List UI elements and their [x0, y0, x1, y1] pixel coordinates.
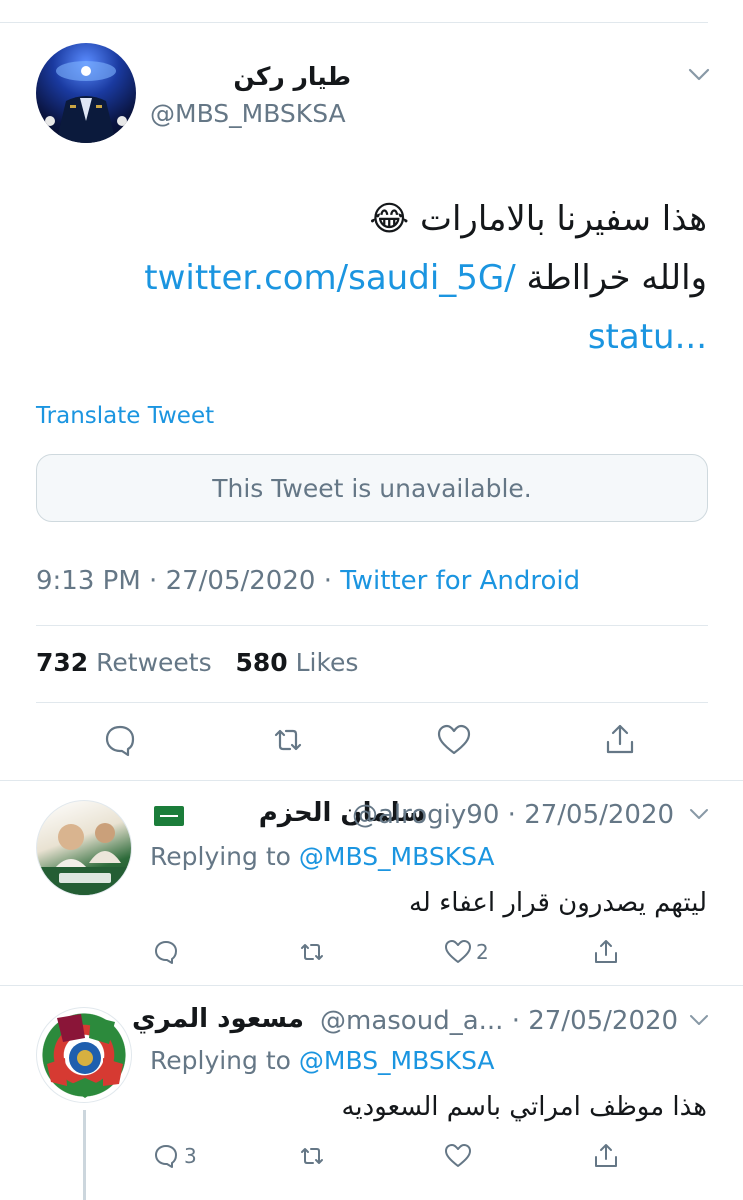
heart-icon	[445, 940, 471, 963]
saudi-flag-icon	[154, 806, 184, 826]
replying-to-handle[interactable]: @MBS_MBSKSA	[299, 842, 495, 871]
stats-divider	[36, 702, 708, 703]
share-icon	[606, 724, 634, 754]
tweet-text-line3: statu...	[107, 308, 707, 367]
unavailable-message: This Tweet is unavailable.	[212, 473, 532, 503]
actions-divider	[0, 780, 743, 781]
like-button[interactable]: 2	[444, 936, 489, 968]
tweet-text-prefix: والله خرااطة	[526, 258, 707, 298]
meta-separator: ·	[507, 800, 516, 830]
retweets-count: 732	[36, 648, 89, 677]
translate-tweet-link[interactable]: Translate Tweet	[36, 403, 214, 429]
reply-button[interactable]: 3	[152, 1140, 197, 1172]
replying-prefix: Replying to	[150, 842, 291, 871]
reply-header: مسعود المري @masoud_a... · 27/05/2020	[132, 1004, 710, 1040]
likes-count: 580	[235, 648, 288, 677]
reply-avatar-image	[47, 1014, 123, 1098]
share-icon	[595, 1144, 617, 1167]
tweet-link-part1[interactable]: twitter.com/saudi_5G/	[144, 258, 515, 298]
reply-text: ليتهم يصدرون قرار اعفاء له	[408, 888, 707, 918]
like-count: 2	[476, 940, 489, 964]
reply-handle-date[interactable]: @alrogiy90 · 27/05/2020	[352, 800, 674, 830]
retweet-button[interactable]	[298, 1140, 326, 1172]
share-icon	[595, 940, 617, 963]
reply-icon	[105, 725, 135, 757]
reply-date: 27/05/2020	[528, 1006, 679, 1036]
replying-to-handle[interactable]: @MBS_MBSKSA	[299, 1046, 495, 1075]
meta-separator: ·	[149, 566, 158, 596]
reply-divider	[0, 985, 743, 986]
reply-date: 27/05/2020	[524, 800, 675, 830]
heart-icon	[445, 1144, 471, 1167]
tweet-date: 27/05/2020	[165, 566, 316, 596]
replying-prefix: Replying to	[150, 1046, 291, 1075]
meta-separator: ·	[511, 1006, 520, 1036]
quoted-tweet-unavailable: This Tweet is unavailable.	[36, 454, 708, 522]
tweet-text-words: هذا سفيرنا بالامارات	[419, 199, 707, 239]
reply-icon	[155, 941, 177, 964]
author-display-name[interactable]: طيار ركن	[233, 62, 351, 91]
tears-of-joy-emoji: 😂	[369, 199, 410, 239]
retweet-icon	[301, 1148, 323, 1164]
reply-avatar[interactable]	[36, 1007, 132, 1103]
reply-text: هذا موظف امراتي باسم السعوديه	[341, 1092, 707, 1122]
retweet-button[interactable]	[270, 722, 310, 762]
tweet-link-part2[interactable]: statu...	[588, 317, 707, 357]
reply-button[interactable]	[152, 936, 184, 968]
retweets-label: Retweets	[96, 648, 212, 677]
thread-line	[83, 1110, 86, 1200]
reply-handle-date[interactable]: @masoud_a... · 27/05/2020	[320, 1006, 678, 1036]
reply-avatar-image	[37, 823, 131, 895]
tweet-meta: 9:13 PM · 27/05/2020 · Twitter for Andro…	[36, 566, 580, 596]
author-handle[interactable]: @MBS_MBSKSA	[150, 99, 346, 128]
tweet-time: 9:13 PM	[36, 566, 141, 596]
reply-header: سلمان الحزم @alrogiy90 · 27/05/2020	[150, 798, 710, 834]
share-button[interactable]	[602, 722, 642, 762]
reply-button[interactable]	[102, 722, 142, 762]
meta-divider	[36, 625, 708, 626]
heart-icon	[437, 724, 471, 755]
author-avatar[interactable]	[36, 43, 136, 143]
like-button[interactable]	[436, 722, 476, 762]
likes-stat[interactable]: 580 Likes	[235, 648, 358, 677]
retweet-icon	[274, 729, 302, 751]
like-button[interactable]	[444, 1140, 476, 1172]
tweet-text-line2: والله خرااطة twitter.com/saudi_5G/	[107, 249, 707, 308]
chevron-down-icon[interactable]	[686, 64, 712, 84]
reply-avatar[interactable]	[36, 800, 132, 896]
top-divider	[0, 22, 708, 23]
reply-handle: @alrogiy90	[352, 800, 500, 830]
reply-count: 3	[184, 1144, 197, 1168]
likes-label: Likes	[295, 648, 359, 677]
replying-to: Replying to @MBS_MBSKSA	[150, 842, 495, 871]
chevron-down-icon[interactable]	[688, 806, 710, 822]
tweet-stats: 732 Retweets 580 Likes	[36, 648, 358, 677]
retweet-icon	[301, 944, 323, 960]
tweet-text: هذا سفيرنا بالامارات 😂 والله خرااطة twit…	[107, 190, 707, 367]
chevron-down-icon[interactable]	[688, 1012, 710, 1028]
retweet-button[interactable]	[298, 936, 326, 968]
replying-to: Replying to @MBS_MBSKSA	[150, 1046, 495, 1075]
reply-icon	[155, 1145, 177, 1168]
meta-separator: ·	[323, 566, 332, 596]
reply-display-name[interactable]: مسعود المري	[132, 1004, 304, 1034]
share-button[interactable]	[592, 1140, 620, 1172]
reply-handle: @masoud_a...	[320, 1006, 504, 1036]
share-button[interactable]	[592, 936, 620, 968]
tweet-text-line1: هذا سفيرنا بالامارات 😂	[107, 190, 707, 249]
tweet-source[interactable]: Twitter for Android	[340, 566, 580, 596]
author-avatar-image	[45, 61, 127, 143]
retweets-stat[interactable]: 732 Retweets	[36, 648, 212, 677]
